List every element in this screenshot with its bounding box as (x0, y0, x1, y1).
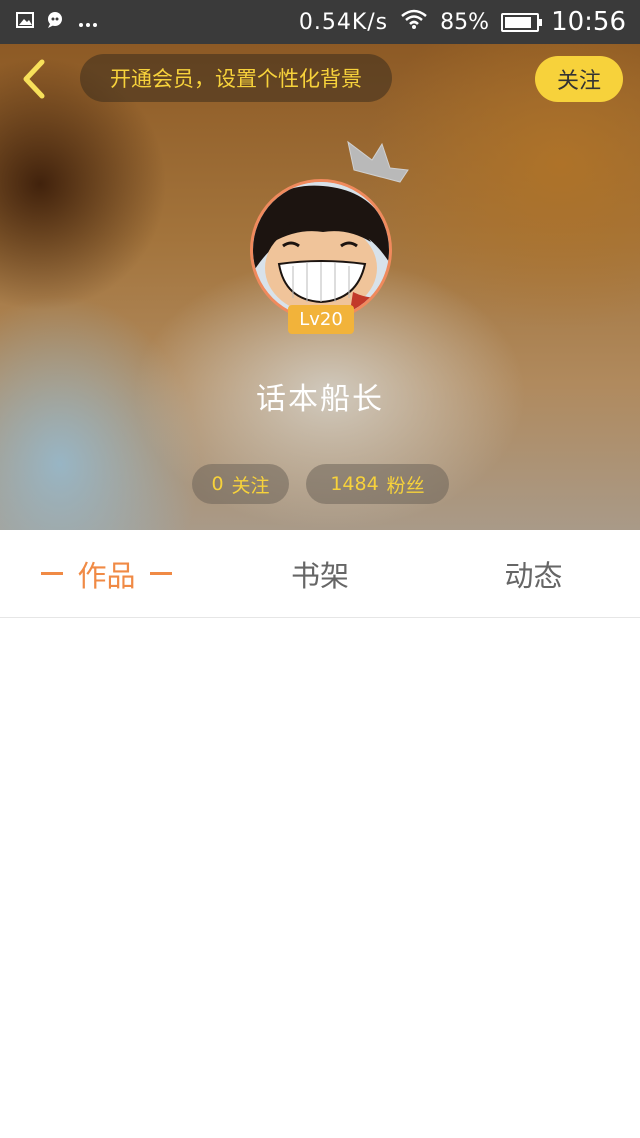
tab-activity-label: 动态 (504, 558, 563, 593)
tab-bookshelf-label: 书架 (290, 558, 349, 593)
network-speed: 0.54K/s (298, 9, 389, 35)
battery-fill (505, 16, 531, 28)
following-stat[interactable]: 0 关注 (192, 464, 289, 504)
fans-stat[interactable]: 1484 粉丝 (306, 464, 449, 504)
follow-button[interactable]: 关注 (535, 56, 623, 102)
vip-background-prompt[interactable]: 开通会员，设置个性化背景 (80, 54, 392, 102)
tab-works[interactable]: 作品 (0, 530, 213, 617)
battery-percent: 85% (440, 9, 490, 35)
more-dots-icon (78, 13, 98, 32)
avatar-image (253, 182, 389, 318)
status-left-icons (16, 0, 98, 44)
profile-banner: 开通会员，设置个性化背景 关注 Lv20 话本船长 0 关注 1484 粉丝 (0, 44, 640, 530)
battery-icon (501, 12, 543, 32)
status-right: 0.54K/s 85% 10:56 (299, 0, 626, 44)
back-button[interactable] (14, 56, 54, 102)
tab-activity[interactable]: 动态 (427, 530, 640, 617)
tab-bookshelf[interactable]: 书架 (213, 530, 427, 617)
username: 话本船长 (256, 382, 384, 417)
tab-content-area (0, 618, 640, 1138)
status-bar: 0.54K/s 85% 10:56 (0, 0, 640, 44)
following-count: 0 (211, 473, 224, 495)
tab-works-label: 作品 (77, 558, 136, 593)
level-badge: Lv20 (288, 305, 354, 334)
fans-label: 粉丝 (386, 474, 425, 497)
active-indicator-right (149, 572, 172, 575)
following-label: 关注 (231, 474, 270, 497)
avatar[interactable] (250, 179, 392, 321)
active-indicator-left (41, 572, 64, 575)
wifi-icon (400, 8, 428, 36)
back-chevron-icon (23, 59, 45, 99)
chat-icon (46, 11, 66, 33)
image-icon (16, 12, 34, 32)
clock: 10:56 (551, 7, 626, 37)
fans-count: 1484 (330, 473, 379, 495)
profile-tabs: 作品 书架 动态 (0, 530, 640, 618)
